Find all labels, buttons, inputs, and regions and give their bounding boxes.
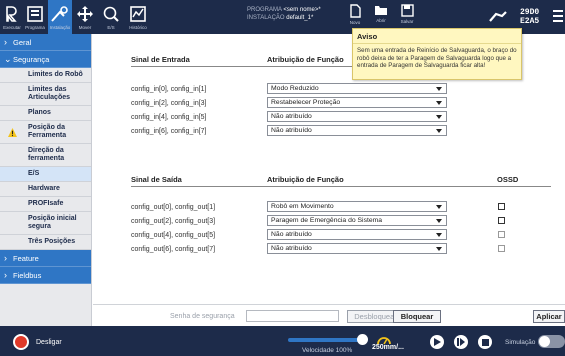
- sidebar-item-io[interactable]: E/S: [0, 167, 91, 182]
- output-signal-label: config_out[6], config_out[7]: [131, 246, 216, 253]
- divider: [131, 186, 551, 187]
- safety-password-input[interactable]: [246, 310, 339, 322]
- warning-icon: [8, 128, 17, 137]
- step-icon: [457, 338, 465, 346]
- chevron-right-icon: ›: [4, 253, 7, 263]
- output-function-select-0[interactable]: Robô em Movimento: [267, 201, 447, 212]
- ossd-checkbox-3[interactable]: [498, 245, 505, 252]
- simulation-label: Simulação: [505, 339, 536, 346]
- robot-arm-icon: [488, 9, 508, 28]
- step-button[interactable]: [454, 335, 468, 349]
- lock-button[interactable]: Bloquear: [393, 310, 441, 323]
- output-function-select-2[interactable]: Não atribuído: [267, 229, 447, 240]
- nav-run[interactable]: Executar: [2, 0, 22, 34]
- output-signal-label: config_out[0], config_out[1]: [131, 204, 216, 211]
- output-signal-label: config_out[4], config_out[5]: [131, 232, 216, 239]
- play-icon: [434, 338, 441, 346]
- safety-lock-bar: Senha de segurança Desbloquear Bloquear …: [93, 304, 565, 326]
- sidebar-item-joint-limits[interactable]: Limites das Articulações: [0, 83, 91, 106]
- dropdown-arrow-icon: [436, 247, 442, 251]
- ossd-checkbox-0[interactable]: [498, 203, 505, 210]
- stop-icon: [481, 338, 489, 346]
- chevron-right-icon: ›: [4, 270, 7, 280]
- program-icon: [27, 4, 43, 24]
- chevron-down-icon: ⌄: [4, 53, 12, 64]
- nav-io[interactable]: E/S: [100, 0, 122, 34]
- sidebar-item-robot-limits[interactable]: Limites do Robô: [0, 68, 91, 83]
- dropdown-arrow-icon: [436, 129, 442, 133]
- tooltip-title: Aviso: [353, 29, 521, 44]
- speed-slider-handle[interactable]: [357, 334, 368, 345]
- play-button[interactable]: [430, 335, 444, 349]
- save-icon: [400, 4, 414, 17]
- safety-checksum[interactable]: 29D0 E2A5: [520, 8, 539, 26]
- sidebar-item-three-position[interactable]: Três Posições: [0, 235, 91, 250]
- installation-name: default_1*: [286, 15, 314, 21]
- input-function-select-2[interactable]: Não atribuído: [267, 111, 447, 122]
- log-icon: [130, 4, 146, 24]
- sidebar-item-profisafe[interactable]: PROFIsafe: [0, 197, 91, 212]
- move-icon: [77, 4, 93, 24]
- speed-slider[interactable]: [288, 338, 360, 342]
- nav-move[interactable]: Mover: [75, 0, 95, 34]
- program-info: PROGRAMA <sem nome>* INSTALAÇÃO default_…: [247, 7, 321, 21]
- warning-tooltip: Aviso Sem uma entrada de Reinício de Sal…: [352, 28, 522, 80]
- folder-icon: [375, 6, 387, 15]
- dropdown-arrow-icon: [436, 101, 442, 105]
- ossd-checkbox-1[interactable]: [498, 217, 505, 224]
- dropdown-arrow-icon: [436, 219, 442, 223]
- dropdown-arrow-icon: [436, 87, 442, 91]
- dropdown-arrow-icon: [436, 115, 442, 119]
- sidebar-item-safe-home[interactable]: Posição inicial segura: [0, 212, 91, 235]
- input-signal-label: config_in[6], config_in[7]: [131, 128, 207, 135]
- sidebar-item-feature[interactable]: › Feature: [0, 250, 91, 267]
- power-button[interactable]: [13, 334, 29, 350]
- sidebar-item-seguranca[interactable]: ⌄ Segurança: [0, 51, 91, 68]
- nav-log[interactable]: Histórico: [126, 0, 150, 34]
- run-icon: [5, 4, 19, 24]
- output-signal-label: config_out[2], config_out[3]: [131, 218, 216, 225]
- tooltip-body: Sem uma entrada de Reinício de Salvaguar…: [357, 47, 517, 69]
- ossd-header: OSSD: [497, 175, 519, 184]
- input-signal-header: Sinal de Entrada: [131, 55, 190, 64]
- ossd-checkbox-2[interactable]: [498, 231, 505, 238]
- nav-installation[interactable]: Instalação: [48, 0, 72, 34]
- program-name: <sem nome>*: [283, 7, 321, 13]
- input-function-select-3[interactable]: Não atribuído: [267, 125, 447, 136]
- output-function-select-3[interactable]: Não atribuído: [267, 243, 447, 254]
- output-function-select-1[interactable]: Paragem de Emergência do Sistema: [267, 215, 447, 226]
- tcp-speed-readout: 250mm/...: [372, 344, 404, 351]
- sidebar-item-tool-direction[interactable]: Direção da ferramenta: [0, 144, 91, 167]
- input-function-header: Atribuição de Função: [267, 55, 344, 64]
- input-signal-label: config_in[0], config_in[1]: [131, 86, 207, 93]
- installation-icon: [51, 4, 69, 24]
- chevron-right-icon: ›: [4, 37, 7, 47]
- dropdown-arrow-icon: [436, 205, 442, 209]
- sidebar-item-hardware[interactable]: Hardware: [0, 182, 91, 197]
- output-signal-header: Sinal de Saída: [131, 175, 182, 184]
- sidebar-item-geral[interactable]: › Geral: [0, 34, 91, 51]
- output-function-header: Atribuição de Função: [267, 175, 344, 184]
- apply-button[interactable]: Aplicar: [533, 310, 565, 323]
- dropdown-arrow-icon: [436, 233, 442, 237]
- speed-label: Velocidade 100%: [302, 347, 353, 354]
- safety-password-label: Senha de segurança: [170, 313, 235, 320]
- io-icon: [102, 4, 120, 24]
- nav-program[interactable]: Programa: [24, 0, 46, 34]
- input-function-select-1[interactable]: Restabelecer Proteção: [267, 97, 447, 108]
- sidebar-item-planes[interactable]: Planos: [0, 106, 91, 121]
- input-signal-label: config_in[4], config_in[5]: [131, 114, 207, 121]
- input-function-select-0[interactable]: Modo Reduzido: [267, 83, 447, 94]
- power-label: Desligar: [36, 339, 62, 346]
- simulation-toggle[interactable]: [538, 335, 565, 348]
- sidebar-item-tool-position[interactable]: Posição da Ferramenta: [0, 121, 91, 144]
- menu-icon[interactable]: [553, 9, 563, 28]
- sidebar: › Geral ⌄ Segurança Limites do Robô Limi…: [0, 34, 92, 326]
- input-signal-label: config_in[2], config_in[3]: [131, 100, 207, 107]
- sidebar-item-fieldbus[interactable]: › Fieldbus: [0, 267, 91, 284]
- footer-bar: Desligar Velocidade 100% 250mm/... Simul…: [0, 326, 565, 356]
- stop-button[interactable]: [478, 335, 492, 349]
- toggle-knob: [539, 336, 550, 347]
- new-file-icon: [349, 4, 361, 18]
